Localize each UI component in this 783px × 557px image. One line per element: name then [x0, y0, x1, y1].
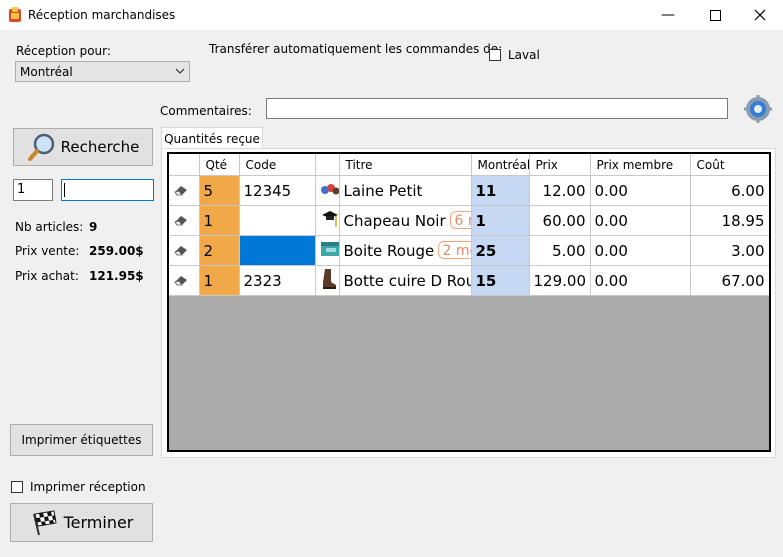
yarn-icon	[315, 175, 340, 206]
table-row[interactable]: 2 Boite Rouge2 mo 25 5.00 0.00 3.00	[169, 235, 769, 266]
qty-cell[interactable]: 2	[199, 235, 240, 266]
title-cell[interactable]: Boite Rouge2 mo	[339, 235, 472, 266]
laval-checkbox[interactable]	[489, 49, 501, 61]
text-caret	[64, 183, 65, 197]
col-header-qty[interactable]: Qté	[199, 154, 240, 176]
print-reception-checkbox[interactable]	[11, 481, 23, 493]
close-button[interactable]	[737, 0, 783, 30]
print-labels-button[interactable]: Imprimer étiquettes	[10, 424, 153, 456]
member-price-cell[interactable]: 0.00	[590, 265, 691, 296]
minimize-icon: —	[661, 7, 675, 23]
comments-input[interactable]	[266, 98, 728, 119]
gear-icon[interactable]	[744, 95, 772, 123]
code-cell[interactable]: 12345	[239, 175, 316, 206]
table-row[interactable]: 1 2323 Botte cuire D Roug 15 129.00 0.00…	[169, 265, 769, 296]
qty-input[interactable]: 1	[13, 179, 53, 201]
app-icon	[9, 7, 21, 22]
table-row[interactable]: 5 12345 Laine Petit 11 12.00 0.00 6.00	[169, 175, 769, 206]
tab-quantities-received[interactable]: Quantités reçue	[161, 127, 263, 149]
price-cell[interactable]: 5.00	[529, 235, 591, 266]
member-price-cell[interactable]: 0.00	[590, 205, 691, 236]
code-cell[interactable]	[239, 205, 316, 236]
table-row[interactable]: 1 Chapeau Noir6 r 1 60.00 0.00 18.95	[169, 205, 769, 236]
col-header-member-price[interactable]: Prix membre	[590, 154, 691, 176]
code-cell[interactable]: 2323	[239, 265, 316, 296]
price-cell[interactable]: 129.00	[529, 265, 591, 296]
title-cell[interactable]: Laine Petit	[339, 175, 472, 206]
title-cell[interactable]: Botte cuire D Roug	[339, 265, 472, 296]
eraser-icon[interactable]	[169, 175, 200, 206]
eraser-icon[interactable]	[169, 265, 200, 296]
reception-select[interactable]: Montréal	[15, 61, 190, 82]
title-text: Chapeau Noir	[343, 211, 446, 230]
qty-cell[interactable]: 1	[199, 205, 240, 236]
col-header-cost[interactable]: Coût	[690, 154, 769, 176]
maximize-button[interactable]	[692, 0, 738, 30]
print-reception-label: Imprimer réception	[30, 480, 146, 494]
comments-label: Commentaires:	[160, 104, 252, 118]
hat-icon	[315, 205, 340, 236]
stock-badge: 2 mo	[437, 241, 470, 259]
qty-cell[interactable]: 1	[199, 265, 240, 296]
col-header-action	[169, 154, 200, 176]
maximize-icon	[709, 9, 721, 21]
checkered-flag-icon	[32, 509, 57, 535]
cost-cell[interactable]: 67.00	[690, 265, 769, 296]
close-icon	[754, 9, 766, 21]
stock-badge: 6 r	[449, 211, 470, 229]
col-header-montreal[interactable]: Montréal	[471, 154, 530, 176]
col-header-code[interactable]: Code	[239, 154, 316, 176]
stock-cell[interactable]: 1	[471, 205, 530, 236]
price-cell[interactable]: 60.00	[529, 205, 591, 236]
search-button[interactable]: Recherche	[13, 128, 153, 166]
items-grid[interactable]: Qté Code Titre Montréal Prix Prix membre…	[167, 152, 771, 452]
purchase-price-label: Prix achat:	[15, 269, 79, 283]
member-price-cell[interactable]: 0.00	[590, 235, 691, 266]
stock-cell[interactable]: 11	[471, 175, 530, 206]
col-header-price[interactable]: Prix	[529, 154, 591, 176]
transfer-label: Transférer automatiquement les commandes…	[209, 42, 503, 56]
finish-button-label: Terminer	[63, 513, 134, 532]
purchase-price-value: 121.95$	[89, 269, 144, 283]
cost-cell[interactable]: 3.00	[690, 235, 769, 266]
cost-cell[interactable]: 18.95	[690, 205, 769, 236]
code-cell-selected[interactable]	[239, 235, 316, 266]
chevron-down-icon	[175, 68, 185, 74]
boot-icon	[315, 265, 340, 296]
table-header: Qté Code Titre Montréal Prix Prix membre…	[169, 154, 769, 176]
reception-selected-value: Montréal	[20, 65, 73, 79]
qty-cell[interactable]: 5	[199, 175, 240, 206]
stock-cell[interactable]: 25	[471, 235, 530, 266]
eraser-icon[interactable]	[169, 235, 200, 266]
title-text: Boite Rouge	[343, 241, 435, 260]
articles-value: 9	[89, 220, 98, 234]
code-input[interactable]	[61, 179, 154, 201]
reception-label: Réception pour:	[16, 44, 111, 58]
stock-cell[interactable]: 15	[471, 265, 530, 296]
member-price-cell[interactable]: 0.00	[590, 175, 691, 206]
col-header-title[interactable]: Titre	[339, 154, 472, 176]
articles-label: Nb articles:	[15, 220, 84, 234]
eraser-icon[interactable]	[169, 205, 200, 236]
sale-price-label: Prix vente:	[15, 244, 80, 258]
laval-label: Laval	[508, 48, 540, 62]
window-title: Réception marchandises	[28, 8, 176, 22]
search-button-label: Recherche	[60, 138, 140, 156]
cost-cell[interactable]: 6.00	[690, 175, 769, 206]
search-icon	[27, 133, 54, 161]
finish-button[interactable]: Terminer	[10, 503, 153, 542]
minimize-button[interactable]: —	[645, 0, 691, 30]
box-icon	[315, 235, 340, 266]
col-header-image	[315, 154, 340, 176]
price-cell[interactable]: 12.00	[529, 175, 591, 206]
sale-price-value: 259.00$	[89, 244, 144, 258]
title-cell[interactable]: Chapeau Noir6 r	[339, 205, 472, 236]
